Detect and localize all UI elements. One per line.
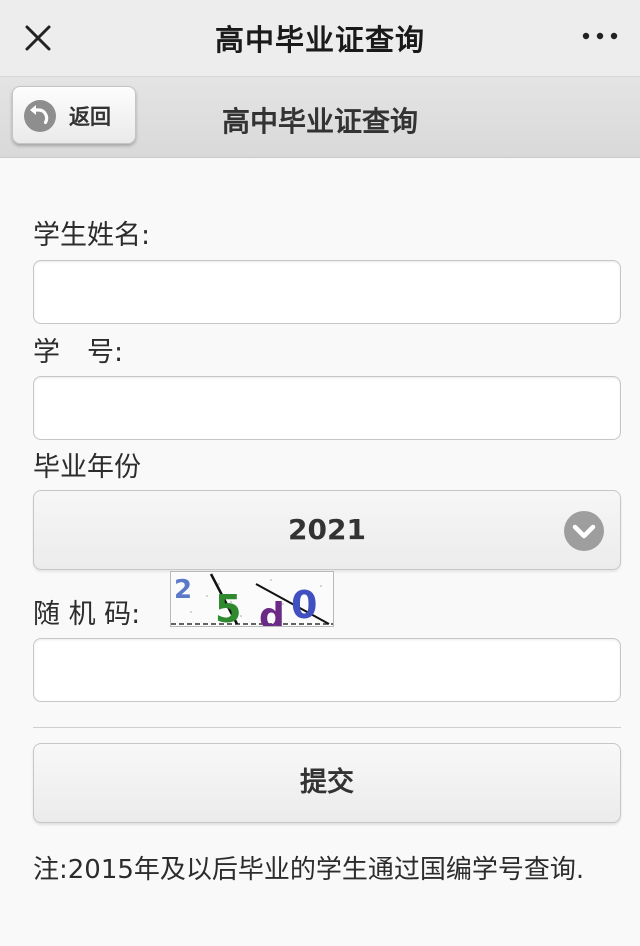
graduation-year-select[interactable]: 2021 [33,490,621,570]
back-label: 返回 [69,105,111,129]
student-name-input[interactable] [33,260,621,324]
chevron-down-icon [564,511,604,551]
graduation-year-label: 毕业年份 [33,452,141,483]
divider [33,727,621,728]
student-id-input[interactable] [33,376,621,440]
student-name-label: 学生姓名: [33,220,151,251]
nav-bar: 返回 高中毕业证查询 [0,77,640,158]
top-bar: 高中毕业证查询 [0,0,640,77]
student-id-label: 学 号: [33,337,124,368]
nav-title: 高中毕业证查询 [221,105,418,138]
svg-text:0: 0 [291,583,317,626]
note-text: 注:2015年及以后毕业的学生通过国编学号查询. [33,855,585,885]
captcha-label: 随 机 码: [33,599,141,630]
svg-text:d: d [259,596,285,626]
submit-button[interactable]: 提交 [33,743,621,823]
svg-text:5: 5 [215,587,241,626]
graduation-year-value: 2021 [288,513,366,546]
captcha-image[interactable]: 2 5 d 0 [170,571,334,637]
page-title: 高中毕业证查询 [214,23,425,57]
svg-text:2: 2 [174,575,192,605]
captcha-graphic: 2 5 d 0 [171,573,333,637]
back-arrow-icon [24,100,56,132]
captcha-input[interactable] [33,638,621,702]
back-button[interactable]: 返回 [12,86,136,144]
more-icon[interactable] [580,28,620,44]
